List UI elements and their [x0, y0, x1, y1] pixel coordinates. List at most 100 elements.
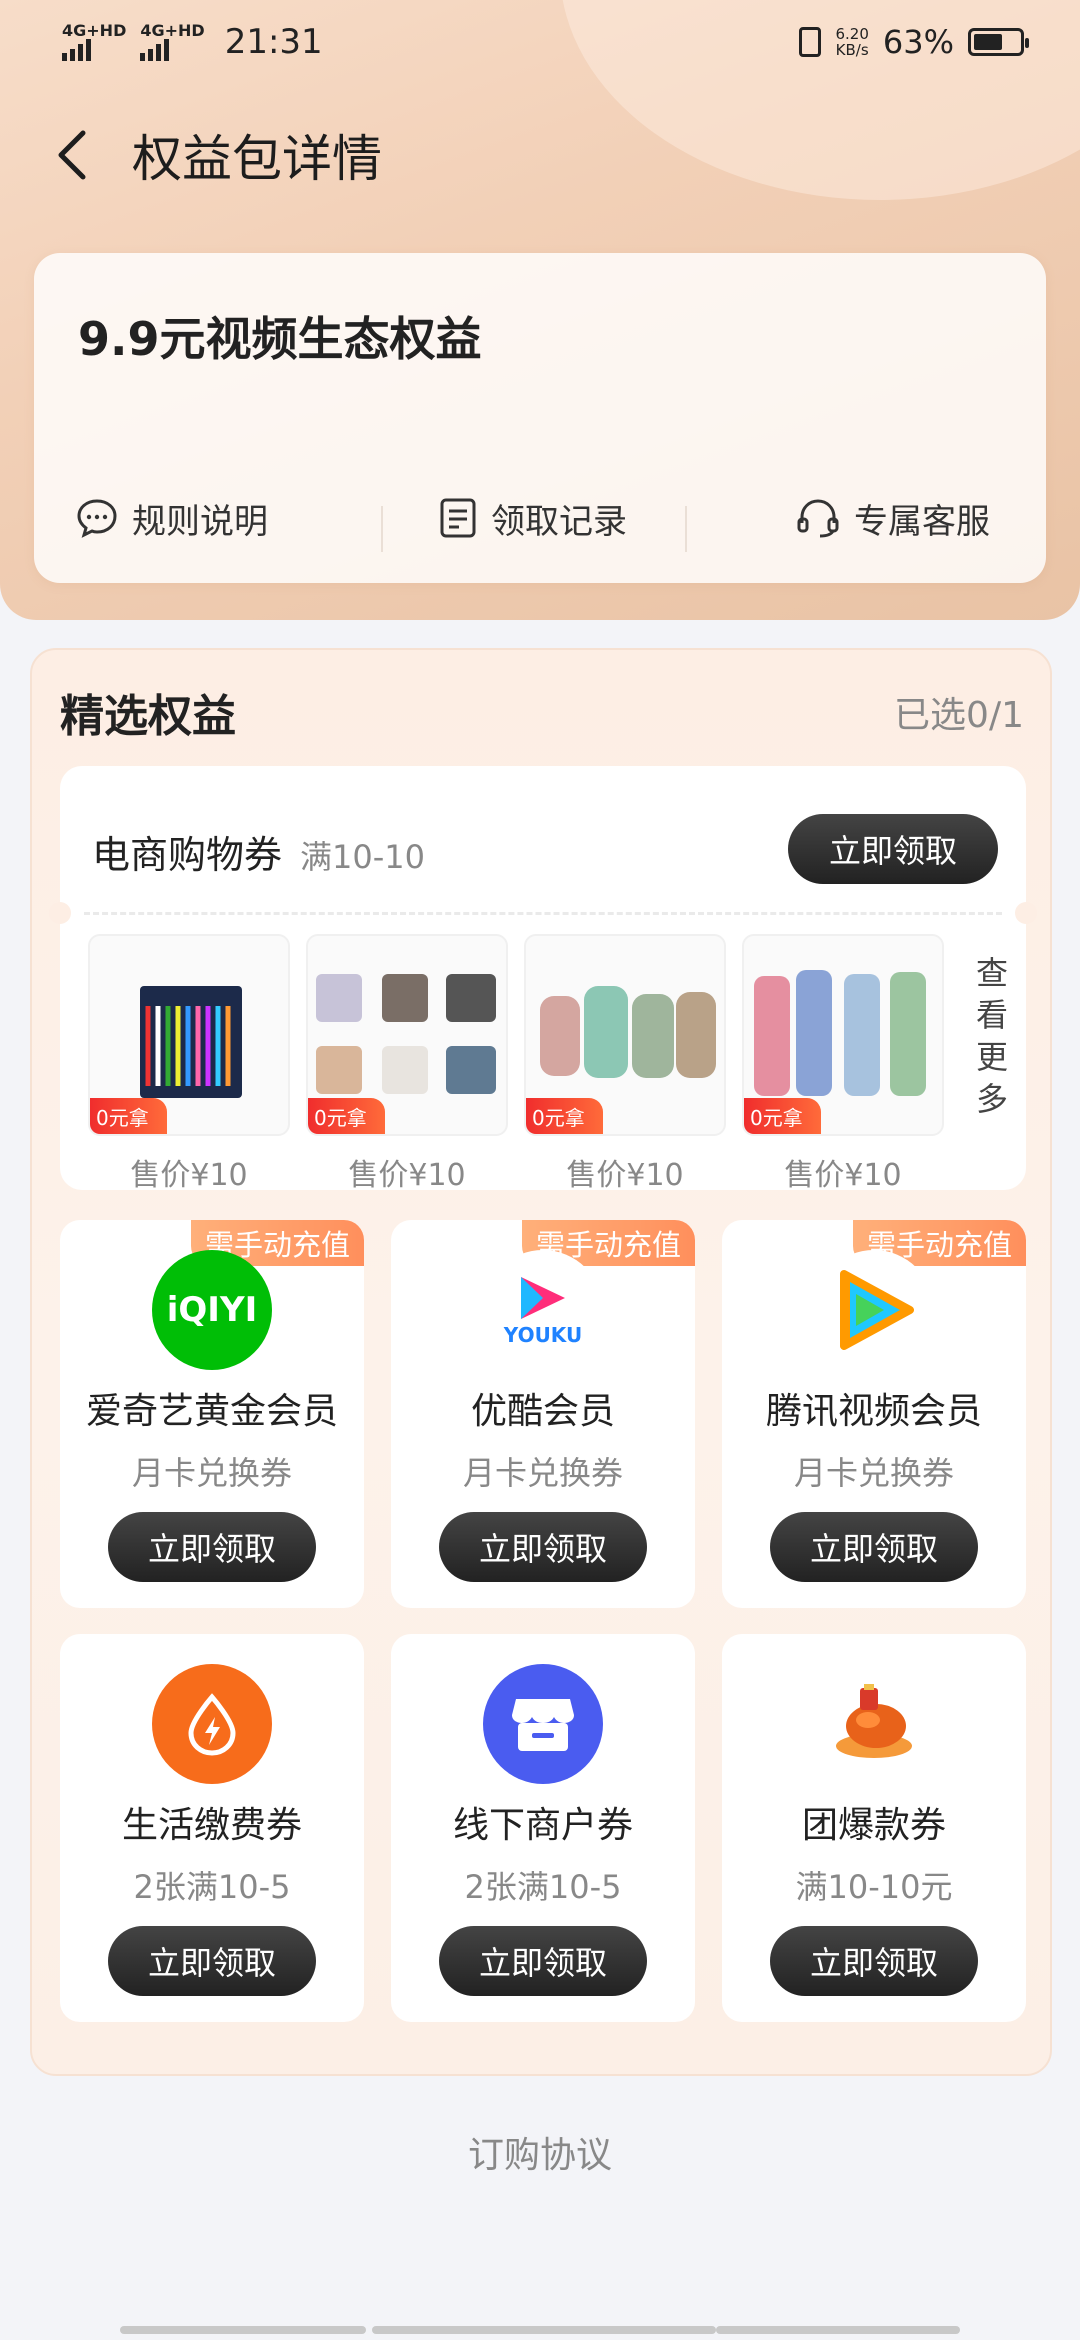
signal-1: 4G+HD: [62, 23, 126, 61]
zero-price-tag: 0元拿: [526, 1098, 603, 1134]
package-card: 9.9元视频生态权益 规则说明 领取记录 专属客服: [34, 253, 1046, 583]
product-price: 售价¥10: [130, 1158, 248, 1193]
benefit-card-youku: 需手动充值 YOUKU 优酷会员 月卡兑换券 立即领取: [391, 1220, 695, 1608]
store-icon: [483, 1664, 603, 1784]
youku-play-icon: [521, 1277, 565, 1319]
benefit-subtitle: 满10-10元: [795, 1868, 953, 1906]
back-button[interactable]: [42, 125, 102, 185]
product-card[interactable]: 0元拿 售价¥10: [306, 934, 508, 1194]
view-more-link[interactable]: 查看更多: [972, 952, 1012, 1120]
package-title: 9.9元视频生态权益: [78, 312, 482, 366]
ticket-notch: [49, 902, 71, 924]
signal-2: 4G+HD: [140, 21, 205, 61]
battery-percent: 63%: [882, 23, 954, 61]
claim-button[interactable]: 立即领取: [108, 1926, 316, 1996]
product-image: 0元拿: [742, 934, 944, 1136]
benefit-name: 腾讯视频会员: [765, 1391, 982, 1432]
headset-icon: [797, 499, 839, 538]
nav-indicator: [716, 2326, 960, 2334]
speed-value: 6.20: [835, 25, 869, 43]
claim-button[interactable]: 立即领取: [439, 1512, 647, 1582]
vibrate-icon: [799, 27, 822, 57]
benefit-subtitle: 月卡兑换券: [131, 1454, 292, 1492]
iqiyi-logo-icon: iQIYI: [152, 1250, 272, 1370]
status-bar: 4G+HD 4G+HD 21:31 6.20 KB/s 63%: [0, 0, 1080, 84]
benefit-subtitle: 月卡兑换券: [462, 1454, 623, 1492]
benefit-subtitle: 月卡兑换券: [793, 1454, 954, 1492]
records-label: 领取记录: [491, 501, 627, 542]
shopping-coupon-card: 电商购物券 满10-10 立即领取 0元拿 售价¥10 0元拿 售价¥10 0元…: [49, 766, 1037, 1193]
shop-coupon-name: 电商购物券: [92, 833, 283, 877]
zero-price-tag: 0元拿: [90, 1098, 167, 1134]
product-price: 售价¥10: [784, 1158, 902, 1193]
signal-bars-icon: [62, 39, 126, 61]
youku-logo-icon: YOUKU: [483, 1250, 603, 1370]
page-title: 权益包详情: [132, 130, 382, 188]
product-image: 0元拿: [88, 934, 290, 1136]
product-image: 0元拿: [524, 934, 726, 1136]
claim-button[interactable]: 立即领取: [770, 1926, 978, 1996]
claim-button[interactable]: 立即领取: [439, 1926, 647, 1996]
product-price: 售价¥10: [566, 1158, 684, 1193]
dashed-divider: [84, 912, 1002, 915]
network-label: 4G+HD: [62, 21, 127, 40]
zero-price-tag: 0元拿: [744, 1098, 821, 1134]
youku-logo-text: YOUKU: [503, 1323, 583, 1347]
nav-indicator: [120, 2326, 366, 2334]
claim-button[interactable]: 立即领取: [770, 1512, 978, 1582]
rules-button[interactable]: 规则说明: [34, 494, 381, 543]
product-card[interactable]: 0元拿 售价¥10: [88, 934, 290, 1194]
chevron-left-icon: [58, 130, 86, 180]
benefit-card-iqiyi: 需手动充值 iQIYI 爱奇艺黄金会员 月卡兑换券 立即领取: [60, 1220, 364, 1608]
product-image: 0元拿: [306, 934, 508, 1136]
nav-bar: 权益包详情: [0, 110, 382, 200]
product-row: 0元拿 售价¥10 0元拿 售价¥10 0元拿 售价¥10 0元拿 售价¥10: [88, 934, 944, 1194]
bill-payment-icon: [152, 1664, 272, 1784]
product-price: 售价¥10: [348, 1158, 466, 1193]
selected-count: 已选0/1: [894, 695, 1024, 736]
ticket-notch: [1015, 902, 1037, 924]
roast-chicken-image: [836, 1684, 912, 1758]
benefit-name: 爱奇艺黄金会员: [85, 1391, 338, 1432]
claim-button[interactable]: 立即领取: [108, 1512, 316, 1582]
nav-indicator: [372, 2326, 716, 2334]
section-title: 精选权益: [60, 691, 236, 742]
battery-fill: [974, 34, 1002, 50]
benefit-card-life-payment: 生活缴费券 2张满10-5 立即领取: [60, 1634, 364, 2022]
package-actions: 规则说明 领取记录 专属客服: [34, 483, 1046, 553]
storefront-icon: [512, 1699, 574, 1751]
featured-benefits-section: 精选权益 已选0/1 电商购物券 满10-10 立即领取 0元拿 售价¥10 0…: [30, 648, 1052, 2076]
network-speed: 6.20 KB/s: [835, 26, 868, 58]
benefit-card-group-deal: 团爆款券 满10-10元 立即领取: [722, 1634, 1026, 2022]
benefit-card-tencent-video: 需手动充值 腾讯视频会员 月卡兑换券 立即领取: [722, 1220, 1026, 1608]
battery-icon: [968, 28, 1029, 56]
rules-label: 规则说明: [132, 501, 268, 542]
speed-unit: KB/s: [835, 41, 869, 59]
zero-price-tag: 0元拿: [308, 1098, 385, 1134]
benefit-subtitle: 2张满10-5: [133, 1868, 291, 1906]
benefits-grid: 需手动充值 iQIYI 爱奇艺黄金会员 月卡兑换券 立即领取 需手动充值 YOU…: [60, 1220, 1026, 2022]
clock: 21:31: [224, 22, 323, 62]
product-card[interactable]: 0元拿 售价¥10: [524, 934, 726, 1194]
product-card[interactable]: 0元拿 售价¥10: [742, 934, 944, 1194]
benefit-name: 优酷会员: [470, 1391, 615, 1432]
roast-chicken-icon: [814, 1664, 934, 1784]
purchase-agreement-link[interactable]: 订购协议: [0, 2126, 1080, 2178]
claim-shop-coupon-button[interactable]: 立即领取: [788, 814, 998, 884]
iqiyi-logo-text: iQIYI: [166, 1290, 258, 1330]
benefit-subtitle: 2张满10-5: [464, 1868, 622, 1906]
benefit-card-offline-merchant: 线下商户券 2张满10-5 立即领取: [391, 1634, 695, 2022]
tencent-play-icon: [840, 1270, 914, 1350]
lightning-drop-icon: [188, 1693, 236, 1756]
benefit-name: 团爆款券: [801, 1805, 946, 1846]
records-button[interactable]: 领取记录: [380, 494, 686, 552]
customer-service-button[interactable]: 专属客服: [685, 494, 1046, 552]
document-icon: [440, 498, 476, 538]
chat-bubble-icon: [77, 499, 117, 538]
customer-service-label: 专属客服: [854, 501, 991, 542]
signal-bars-icon: [140, 39, 204, 61]
network-label: 4G+HD: [140, 21, 205, 40]
shop-coupon-condition: 满10-10: [300, 838, 426, 876]
benefit-name: 生活缴费券: [121, 1805, 302, 1846]
tencent-video-logo-icon: [814, 1250, 934, 1370]
